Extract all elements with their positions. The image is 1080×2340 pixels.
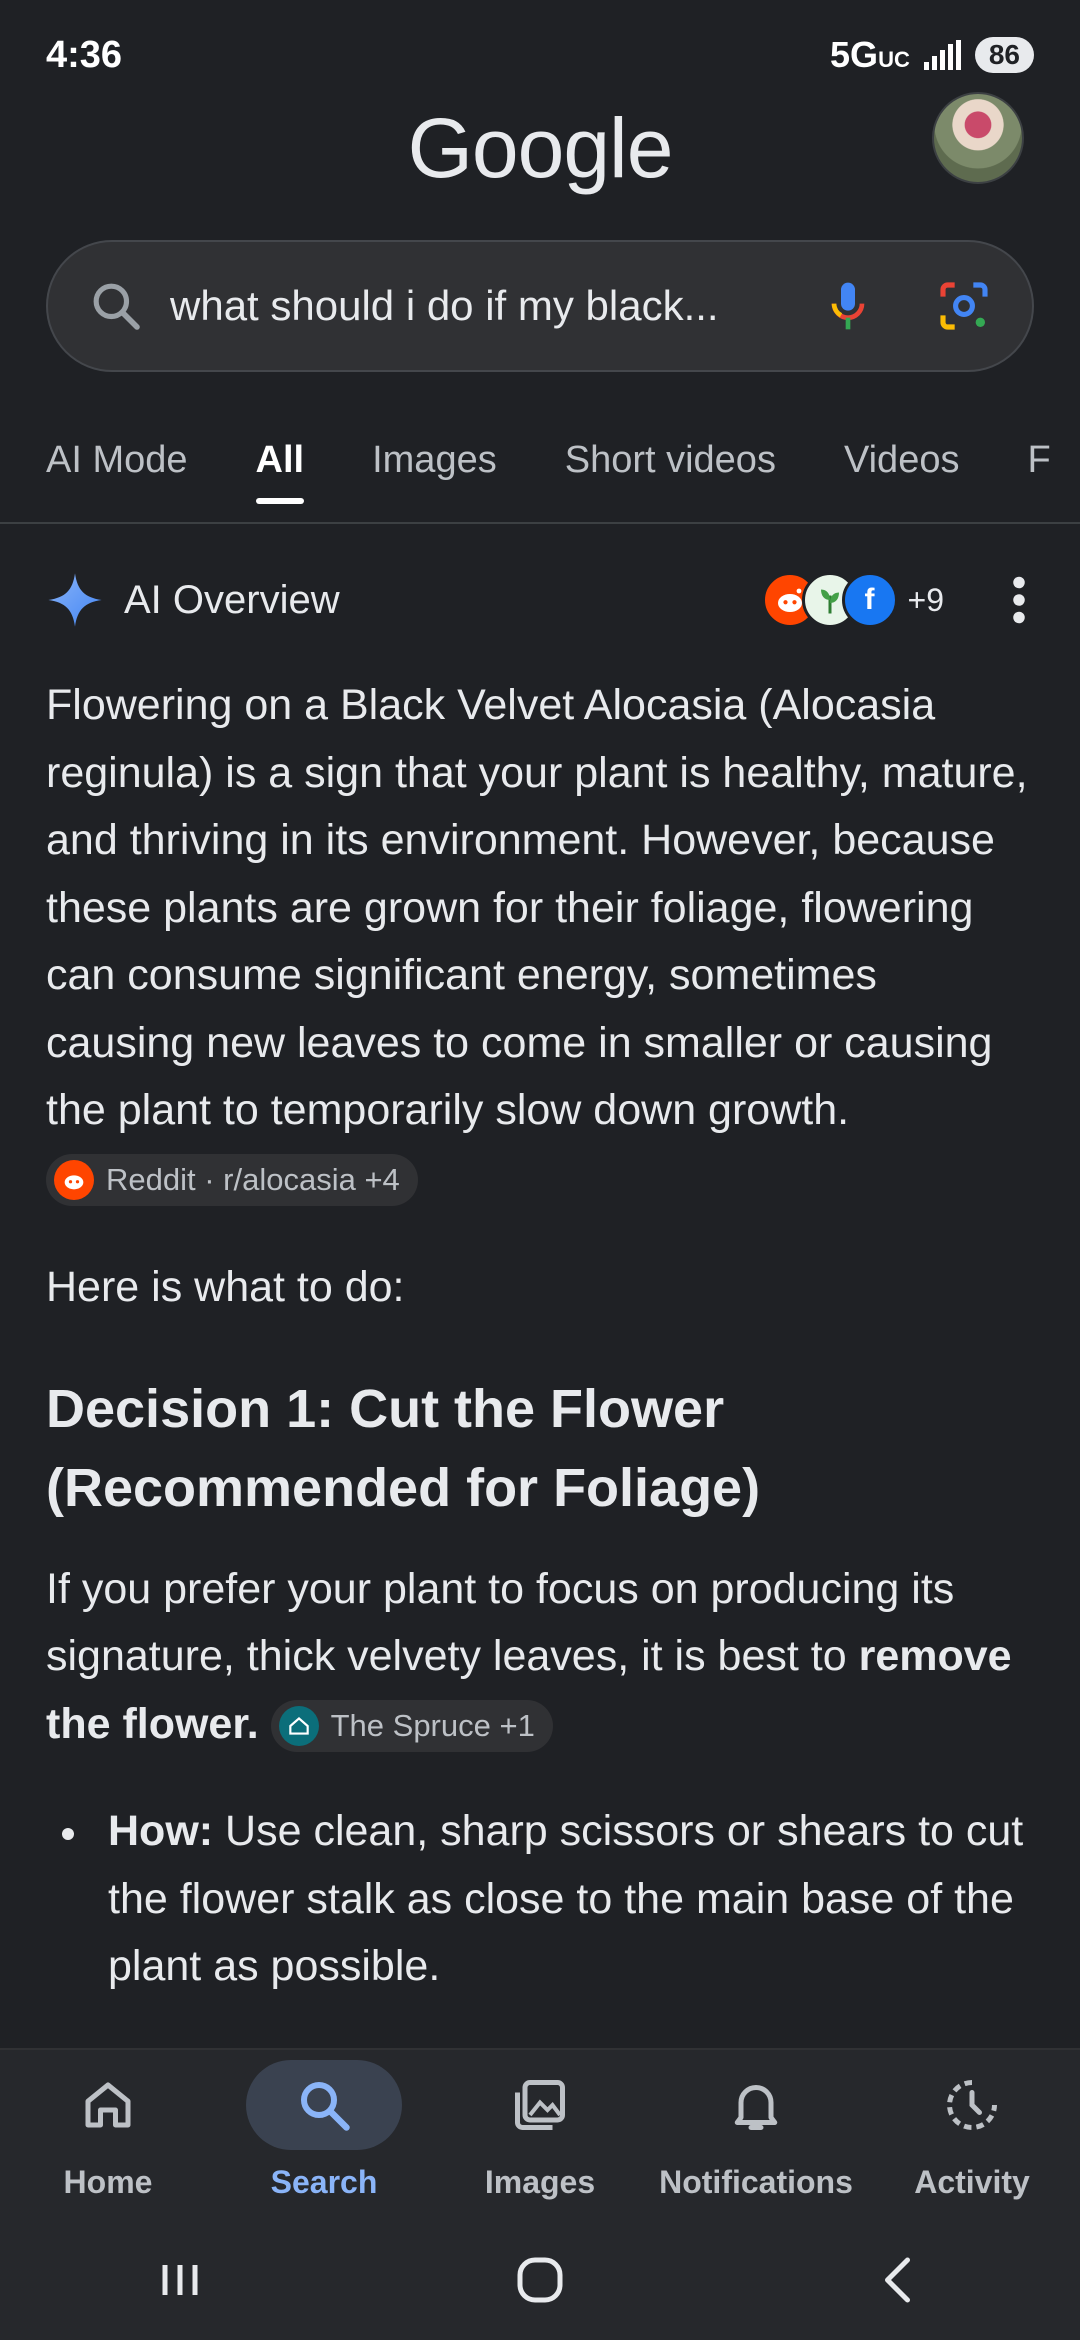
home-button-icon[interactable] bbox=[510, 2250, 570, 2310]
nav-label: Activity bbox=[914, 2164, 1030, 2200]
nav-label: Images bbox=[484, 2164, 596, 2200]
bullet-text: Use clean, sharp scissors or shears to c… bbox=[108, 1807, 1024, 1990]
search-query: what should i do if my black... bbox=[170, 282, 719, 329]
network-indicator: 5GUC bbox=[830, 34, 910, 75]
nav-label: Notifications bbox=[659, 2164, 853, 2200]
lens-icon[interactable] bbox=[936, 278, 992, 334]
sparkle-icon bbox=[48, 573, 102, 627]
recent-apps-icon[interactable] bbox=[150, 2250, 210, 2310]
signal-icon bbox=[923, 40, 961, 70]
tab-images[interactable]: Images bbox=[372, 419, 497, 502]
list-item: How: Use clean, sharp scissors or shears… bbox=[46, 1798, 1036, 2001]
nav-notifications[interactable]: Notifications bbox=[648, 2060, 864, 2201]
bullet-list: How: Use clean, sharp scissors or shears… bbox=[46, 1798, 1036, 2001]
lead-text: Here is what to do: bbox=[46, 1263, 405, 1311]
intro-paragraph: Flowering on a Black Velvet Alocasia (Al… bbox=[46, 672, 1036, 1212]
ai-overview-content: Flowering on a Black Velvet Alocasia (Al… bbox=[46, 672, 1036, 2001]
more-vert-icon[interactable] bbox=[1004, 570, 1034, 630]
bullet-label: How: bbox=[108, 1807, 214, 1855]
tab-videos[interactable]: Videos bbox=[844, 419, 960, 502]
google-logo[interactable]: Google bbox=[0, 100, 1080, 197]
chip-label: Reddit · r/alocasia +4 bbox=[106, 1162, 400, 1198]
images-icon bbox=[515, 2080, 565, 2130]
header: Google bbox=[0, 90, 1080, 200]
battery-indicator: 86 bbox=[974, 37, 1034, 73]
tab-all[interactable]: All bbox=[255, 419, 304, 504]
tab-ai-mode[interactable]: AI Mode bbox=[46, 419, 188, 502]
status-time: 4:36 bbox=[46, 33, 123, 76]
decision-heading: Decision 1: Cut the Flower (Recommended … bbox=[46, 1378, 761, 1518]
bottom-nav: Home Search Images Notifications Activit… bbox=[0, 2048, 1080, 2220]
nav-images[interactable]: Images bbox=[432, 2060, 648, 2201]
activity-icon bbox=[947, 2080, 997, 2130]
source-avatars[interactable]: f +9 bbox=[761, 572, 944, 628]
bell-icon bbox=[734, 2085, 778, 2130]
chip-label: The Spruce +1 bbox=[330, 1708, 535, 1744]
nav-activity[interactable]: Activity bbox=[864, 2060, 1080, 2201]
ai-overview-header: AI Overview f +9 bbox=[46, 560, 1034, 640]
nav-home[interactable]: Home bbox=[0, 2060, 216, 2201]
search-icon bbox=[93, 283, 140, 330]
home-icon bbox=[85, 2082, 131, 2128]
intro-text: Flowering on a Black Velvet Alocasia (Al… bbox=[46, 681, 1028, 1134]
nav-label: Home bbox=[63, 2164, 153, 2200]
facebook-icon: f bbox=[841, 572, 898, 628]
tab-divider bbox=[0, 522, 1080, 524]
ai-overview-title: AI Overview bbox=[124, 577, 340, 622]
source-count: +9 bbox=[907, 581, 944, 618]
search-input[interactable]: what should i do if my black... bbox=[46, 240, 1034, 372]
search-icon bbox=[301, 2082, 350, 2131]
source-chip-spruce[interactable]: The Spruce +1 bbox=[270, 1700, 553, 1753]
status-indicators: 5GUC 86 bbox=[830, 34, 1034, 76]
source-chip-reddit[interactable]: Reddit · r/alocasia +4 bbox=[46, 1154, 418, 1207]
reddit-icon bbox=[54, 1160, 94, 1201]
search-tabs: AI Mode All Images Short videos Videos F bbox=[0, 410, 1080, 510]
decision-text: If you prefer your plant to focus on pro… bbox=[46, 1564, 955, 1681]
system-nav-bar bbox=[0, 2220, 1080, 2340]
house-icon bbox=[278, 1706, 319, 1747]
nav-label: Search bbox=[270, 2164, 378, 2200]
mic-icon[interactable] bbox=[820, 278, 876, 334]
tab-short-videos[interactable]: Short videos bbox=[565, 419, 776, 502]
avatar[interactable] bbox=[932, 92, 1024, 184]
decision-paragraph: If you prefer your plant to focus on pro… bbox=[46, 1556, 1036, 1759]
nav-search[interactable]: Search bbox=[216, 2060, 432, 2201]
back-icon[interactable] bbox=[870, 2250, 930, 2310]
tab-more[interactable]: F bbox=[1027, 419, 1050, 502]
